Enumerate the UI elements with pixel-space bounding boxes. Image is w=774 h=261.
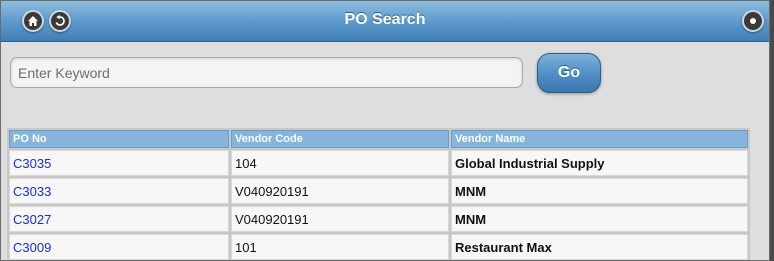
vendor-code-cell: 101: [231, 234, 449, 260]
search-input[interactable]: [10, 57, 523, 88]
partially-visible-icon: [747, 15, 759, 27]
po-number-link[interactable]: C3009: [9, 234, 229, 260]
table-row[interactable]: C3027 V040920191 MNM: [9, 206, 748, 232]
vendor-name-cell: Restaurant Max: [451, 234, 748, 260]
vendor-code-cell: V040920191: [231, 206, 449, 232]
po-number-link[interactable]: C3035: [9, 150, 229, 176]
column-header-vendor-code[interactable]: Vendor Code: [231, 130, 449, 148]
po-number-link[interactable]: C3033: [9, 178, 229, 204]
header-right-button[interactable]: [742, 10, 764, 32]
results-table: PO No Vendor Code Vendor Name C3035 104 …: [7, 128, 750, 260]
column-header-vendor-name[interactable]: Vendor Name: [451, 130, 748, 148]
po-number-link[interactable]: C3027: [9, 206, 229, 232]
vendor-name-cell: MNM: [451, 178, 748, 204]
table-header-row: PO No Vendor Code Vendor Name: [9, 130, 748, 148]
table-row[interactable]: C3033 V040920191 MNM: [9, 178, 748, 204]
vendor-name-cell: MNM: [451, 206, 748, 232]
table-row[interactable]: C3009 101 Restaurant Max: [9, 234, 748, 260]
column-header-po-no[interactable]: PO No: [9, 130, 229, 148]
go-button[interactable]: Go: [537, 53, 601, 93]
vendor-code-cell: 104: [231, 150, 449, 176]
app-window: PO Search Go PO No Vendor Code Vendor Na…: [0, 0, 770, 261]
vendor-code-cell: V040920191: [231, 178, 449, 204]
table-row[interactable]: C3035 104 Global Industrial Supply: [9, 150, 748, 176]
header-bar: PO Search: [1, 1, 769, 42]
vendor-name-cell: Global Industrial Supply: [451, 150, 748, 176]
page-title: PO Search: [344, 11, 426, 28]
